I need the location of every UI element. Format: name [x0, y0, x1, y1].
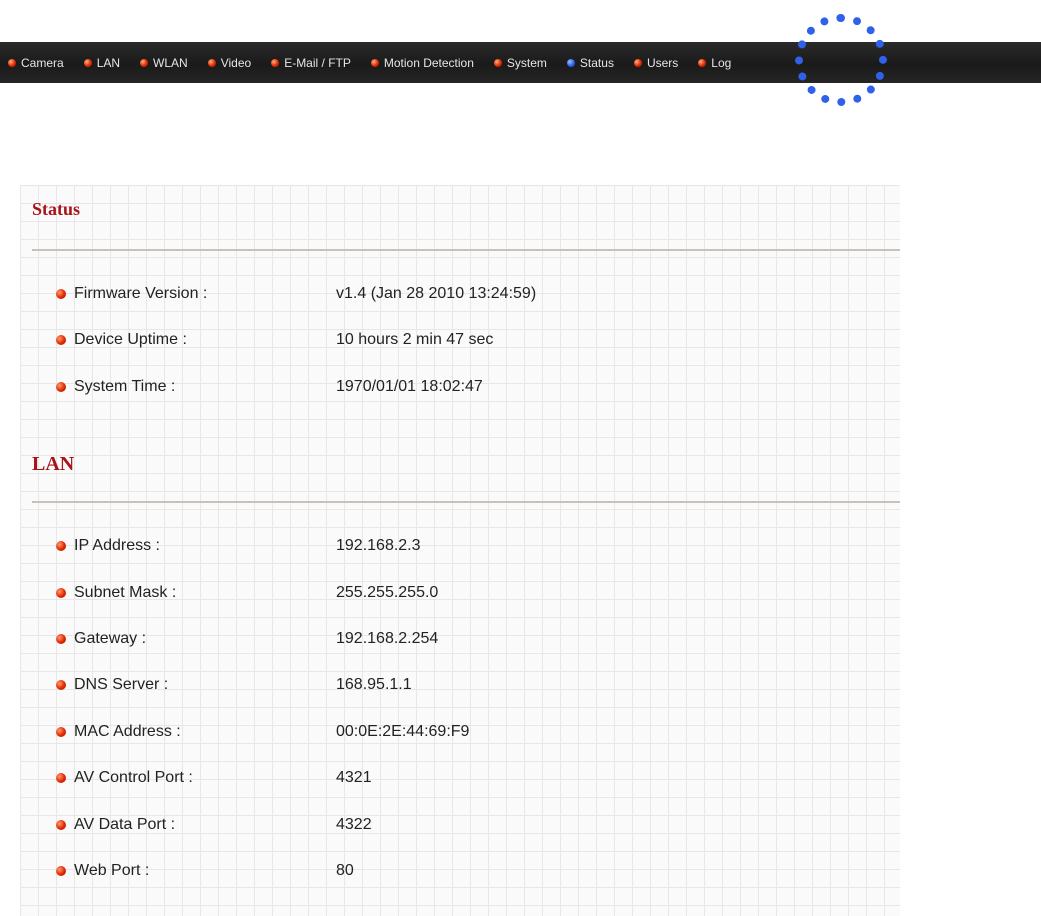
- nav-item-motion-detection[interactable]: Motion Detection: [370, 55, 474, 70]
- nav-item-label: Camera: [21, 55, 64, 70]
- bullet-icon: [56, 588, 66, 598]
- bullet-icon: [56, 680, 66, 690]
- section-title-status: Status: [32, 199, 81, 219]
- row-value: 80: [336, 862, 354, 879]
- row-value: 4321: [336, 769, 372, 786]
- section-divider: [32, 501, 900, 503]
- row-label: Web Port :: [74, 862, 150, 879]
- row-value: 4322: [336, 816, 372, 833]
- row-value: 00:0E:2E:44:69:F9: [336, 723, 470, 740]
- bullet-icon: [493, 58, 502, 67]
- nav-item-label: Users: [646, 55, 679, 70]
- bullet-icon: [56, 541, 66, 551]
- nav-item-label: Log: [711, 55, 732, 70]
- bullet-icon: [56, 727, 66, 737]
- row-av-control-port: AV Control Port : 4321: [56, 768, 372, 788]
- row-value: 192.168.2.254: [336, 630, 439, 647]
- nav-item-log[interactable]: Log: [698, 56, 731, 70]
- top-nav-bar: Camera LAN WLAN Video E-Mail / FTP Motio…: [0, 42, 1041, 83]
- section-title-lan: LAN: [32, 453, 75, 475]
- row-av-data-port: AV Data Port : 4322: [56, 815, 372, 835]
- row-label: MAC Address :: [74, 723, 181, 740]
- row-value: 168.95.1.1: [336, 676, 412, 693]
- row-label: Firmware Version :: [74, 285, 208, 302]
- bullet-icon: [207, 58, 216, 67]
- status-panel: Status Firmware Version : v1.4 (Jan 28 2…: [20, 185, 900, 916]
- bullet-icon: [56, 335, 66, 345]
- nav-item-status[interactable]: Status: [566, 55, 614, 70]
- row-label: Subnet Mask :: [74, 584, 177, 601]
- section-divider: [32, 249, 900, 251]
- bullet-icon: [56, 866, 66, 876]
- row-ip-address: IP Address : 192.168.2.3: [56, 536, 421, 556]
- nav-item-label: Status: [579, 55, 614, 70]
- row-label: AV Data Port :: [74, 816, 176, 833]
- row-device-uptime: Device Uptime : 10 hours 2 min 47 sec: [56, 330, 493, 350]
- row-value: 255.255.255.0: [336, 584, 439, 601]
- nav-item-lan[interactable]: LAN: [83, 55, 121, 70]
- bullet-icon: [633, 58, 642, 67]
- row-label: IP Address :: [74, 537, 160, 554]
- row-label: AV Control Port :: [74, 769, 193, 786]
- row-label: Device Uptime :: [74, 331, 187, 348]
- bullet-icon: [698, 58, 707, 67]
- bullet-icon: [56, 773, 66, 783]
- nav-item-label: Motion Detection: [383, 55, 474, 70]
- bullet-icon: [56, 382, 66, 392]
- row-system-time: System Time : 1970/01/01 18:02:47: [56, 377, 483, 397]
- row-firmware-version: Firmware Version : v1.4 (Jan 28 2010 13:…: [56, 284, 536, 304]
- nav-item-email-ftp[interactable]: E-Mail / FTP: [271, 56, 351, 70]
- row-mac-address: MAC Address : 00:0E:2E:44:69:F9: [56, 722, 469, 742]
- bullet-icon: [56, 820, 66, 830]
- nav-item-system[interactable]: System: [493, 55, 547, 70]
- row-value: 192.168.2.3: [336, 537, 421, 554]
- row-label: DNS Server :: [74, 676, 169, 693]
- nav-item-users[interactable]: Users: [633, 55, 679, 70]
- bullet-icon: [140, 58, 149, 67]
- bullet-icon: [566, 58, 575, 67]
- nav-item-label: LAN: [96, 55, 121, 70]
- row-web-port: Web Port : 80: [56, 861, 354, 881]
- nav-item-label: Video: [220, 55, 252, 70]
- bullet-icon: [370, 58, 379, 67]
- nav-item-video[interactable]: Video: [207, 55, 252, 70]
- row-subnet-mask: Subnet Mask : 255.255.255.0: [56, 583, 438, 603]
- row-label: System Time :: [74, 378, 176, 395]
- bullet-icon: [56, 289, 66, 299]
- nav-item-camera[interactable]: Camera: [8, 56, 64, 70]
- nav-item-label: WLAN: [153, 55, 188, 70]
- nav-item-label: E-Mail / FTP: [284, 55, 351, 70]
- bullet-icon: [83, 58, 92, 67]
- bullet-icon: [271, 58, 280, 67]
- bullet-icon: [8, 58, 16, 67]
- row-dns-server: DNS Server : 168.95.1.1: [56, 675, 412, 695]
- row-value: v1.4 (Jan 28 2010 13:24:59): [336, 285, 537, 302]
- row-gateway: Gateway : 192.168.2.254: [56, 629, 438, 649]
- bullet-icon: [56, 634, 66, 644]
- row-label: Gateway :: [74, 630, 147, 647]
- nav-item-label: System: [506, 55, 547, 70]
- nav-item-wlan[interactable]: WLAN: [140, 56, 188, 70]
- row-value: 10 hours 2 min 47 sec: [336, 331, 494, 348]
- row-value: 1970/01/01 18:02:47: [336, 378, 483, 395]
